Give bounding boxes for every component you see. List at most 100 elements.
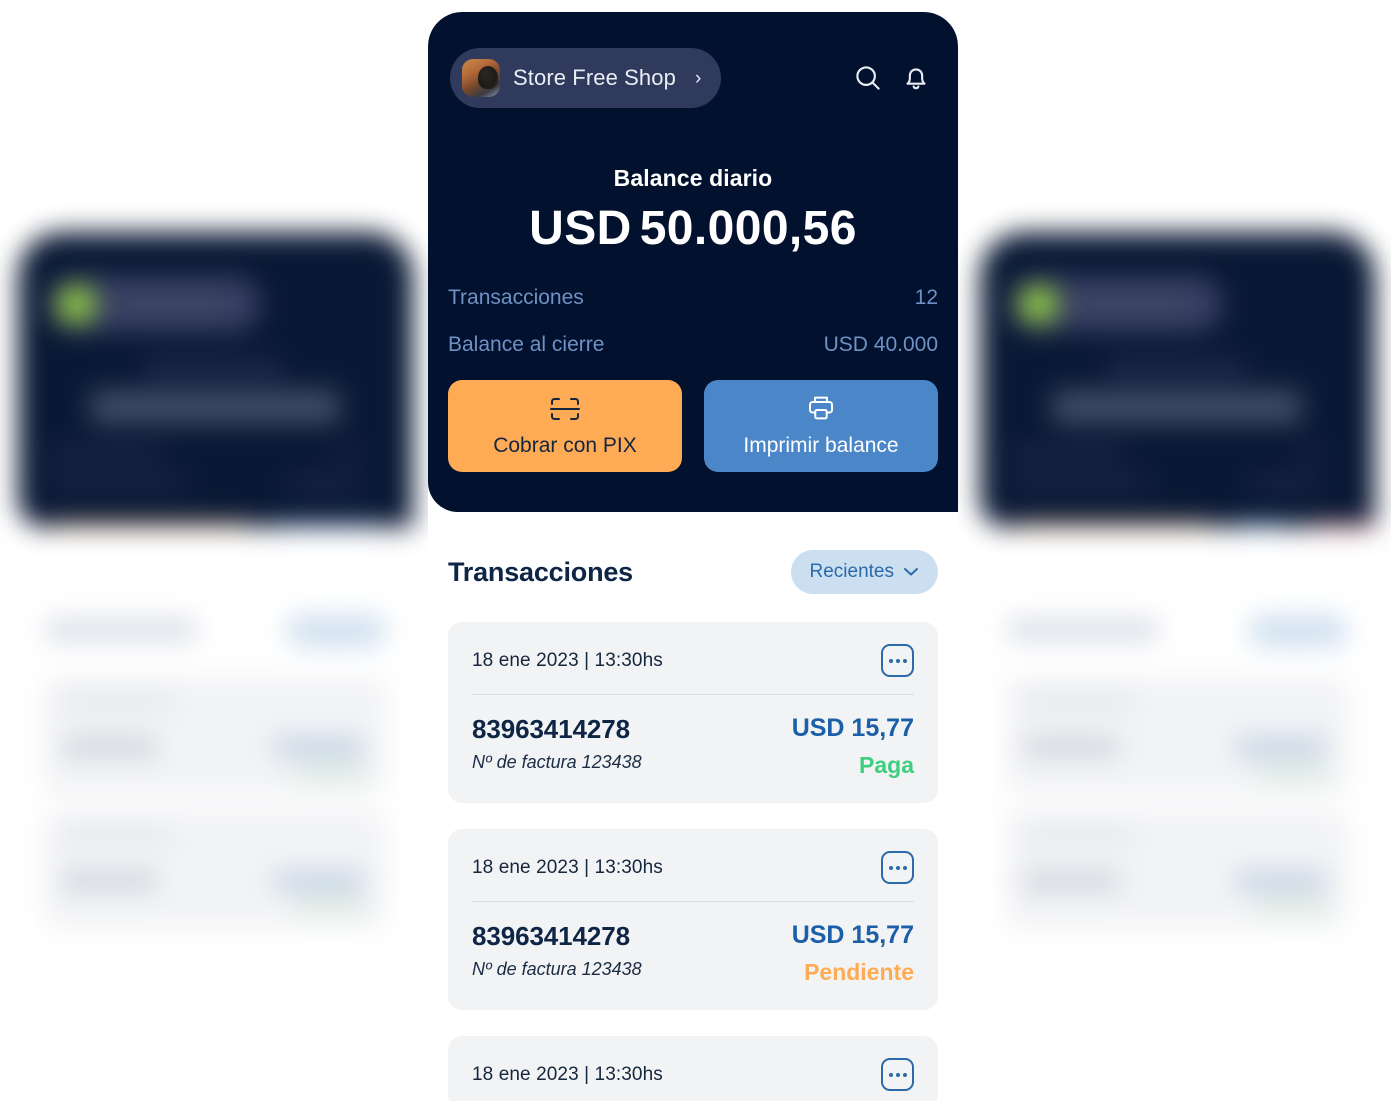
dot xyxy=(888,1072,893,1077)
transaction-invoice: Nº de factura 123438 xyxy=(472,959,642,979)
bg-right-tx-id xyxy=(1024,739,1119,755)
transaction-date: 18 ene 2023 | 13:30hs xyxy=(472,649,663,671)
stat-value: USD 40.000 xyxy=(823,333,938,356)
search-icon[interactable] xyxy=(848,58,888,98)
transaction-card-header: 18 ene 2023 | 13:30hs xyxy=(472,644,914,695)
bg-left-store-name xyxy=(110,294,228,314)
more-options-icon[interactable] xyxy=(881,1058,914,1091)
bg-left-tx-card xyxy=(44,677,386,795)
store-name-label: Store Free Shop xyxy=(513,65,676,90)
bg-left-tx-amount xyxy=(274,739,364,755)
transaction-amount: USD 15,77 xyxy=(791,714,914,742)
bg-left-tx-date xyxy=(62,695,172,707)
scan-qr-icon xyxy=(548,395,582,426)
chevron-down-icon xyxy=(903,561,919,583)
store-selector-button[interactable]: Store Free Shop › xyxy=(450,48,722,108)
bg-right-body xyxy=(980,527,1375,932)
bg-right-header xyxy=(980,232,1375,610)
balance-header-panel: Store Free Shop › Balance diario USD 50.… xyxy=(428,12,958,512)
table-row[interactable]: 18 ene 2023 | 13:30hs xyxy=(448,1036,938,1101)
bg-right-stat-label-1 xyxy=(1006,446,1126,459)
transaction-card-body: 83963414278 Nº de factura 123438 USD 15,… xyxy=(472,902,914,986)
stat-label: Transacciones xyxy=(448,286,584,309)
bg-right-tx-amount xyxy=(1236,739,1326,755)
stat-transacciones: Transacciones 12 xyxy=(448,286,938,310)
bg-left-tx-id xyxy=(62,873,157,889)
bg-right-avatar xyxy=(1020,286,1057,323)
balance-currency: USD xyxy=(529,202,632,255)
table-row[interactable]: 18 ene 2023 | 13:30hs 83963414278 Nº de … xyxy=(448,829,938,1010)
bg-right-tx-id xyxy=(1024,873,1119,889)
balance-label: Balance diario xyxy=(613,165,773,191)
bg-left-stat-value-1 xyxy=(336,446,362,459)
bg-right-tx-amount xyxy=(1236,873,1326,889)
table-row[interactable]: 18 ene 2023 | 13:30hs 83963414278 Nº de … xyxy=(448,622,938,803)
bg-right-balance-label xyxy=(1105,360,1245,377)
background-phone-right xyxy=(980,232,1375,932)
printer-icon xyxy=(806,394,836,426)
bg-right-stat-label-2 xyxy=(1006,476,1151,489)
transaction-card-body: 83963414278 Nº de factura 123438 USD 15,… xyxy=(472,695,914,779)
balance-value: 50.000,56 xyxy=(639,202,857,255)
bg-left-tx-date xyxy=(62,829,172,841)
balance-amount: USD 50.000,56 xyxy=(428,201,958,256)
transactions-header: Transacciones Recientes xyxy=(448,512,938,594)
bg-left-stat-label-1 xyxy=(44,446,164,459)
transactions-list: 18 ene 2023 | 13:30hs 83963414278 Nº de … xyxy=(448,622,938,1101)
stat-value: 12 xyxy=(914,286,938,309)
sort-label: Recientes xyxy=(809,561,895,582)
notification-bell-icon[interactable] xyxy=(896,58,936,98)
bg-left-tx-status xyxy=(294,899,364,911)
bg-left-section-title xyxy=(46,619,196,641)
action-buttons: Cobrar con PIX Imprimir balance xyxy=(448,380,938,472)
transaction-right: USD 15,77 Paga xyxy=(792,714,914,779)
dot xyxy=(888,658,893,663)
bg-right-stat-value-1 xyxy=(1298,446,1324,459)
bg-right-tx-status xyxy=(1256,899,1326,911)
dot xyxy=(902,658,907,663)
bg-left-tx-id xyxy=(62,739,157,755)
bg-right-tx-date xyxy=(1024,695,1134,707)
dot xyxy=(902,1072,907,1077)
bg-left-sort-chip xyxy=(286,615,386,647)
app-screenshot: Store Free Shop › Balance diario USD 50.… xyxy=(0,0,1391,1101)
dot xyxy=(895,865,900,870)
stat-balance-al-cierre: Balance al cierre USD 40.000 xyxy=(448,333,938,357)
sort-dropdown[interactable]: Recientes xyxy=(790,550,938,594)
bg-left-body xyxy=(18,527,413,932)
bg-right-tx-card xyxy=(1006,677,1348,795)
more-options-icon[interactable] xyxy=(881,644,914,677)
transaction-left: 83963414278 Nº de factura 123438 xyxy=(472,921,642,980)
bg-right-stat-value-2 xyxy=(1248,476,1324,489)
bg-right-tx-card xyxy=(1006,811,1348,929)
bg-left-tx-amount xyxy=(274,873,364,889)
bg-right-tx-status xyxy=(1256,765,1326,777)
dot xyxy=(888,865,893,870)
dot xyxy=(895,1072,900,1077)
bg-left-balance-amount xyxy=(90,390,340,424)
bg-left-tx-card xyxy=(44,811,386,929)
top-bar: Store Free Shop › xyxy=(428,48,958,108)
cobrar-con-pix-label: Cobrar con PIX xyxy=(493,433,637,457)
chevron-right-icon: › xyxy=(694,67,702,89)
transaction-date: 18 ene 2023 | 13:30hs xyxy=(472,856,663,878)
bg-right-section-title xyxy=(1008,619,1158,641)
imprimir-balance-label: Imprimir balance xyxy=(743,434,899,457)
transaction-id: 83963414278 xyxy=(472,921,630,951)
stat-label: Balance al cierre xyxy=(448,333,605,356)
bg-right-balance-amount xyxy=(1052,390,1302,424)
transaction-date: 18 ene 2023 | 13:30hs xyxy=(472,1063,663,1085)
main-phone-screen: Store Free Shop › Balance diario USD 50.… xyxy=(428,12,958,1101)
transaction-left: 83963414278 Nº de factura 123438 xyxy=(472,714,642,773)
bg-left-header xyxy=(18,232,413,610)
bg-right-store-name xyxy=(1072,294,1190,314)
bg-left-stat-label-2 xyxy=(44,476,189,489)
background-phone-left xyxy=(18,232,413,932)
bg-left-avatar xyxy=(58,286,95,323)
transaction-right: USD 15,77 Pendiente xyxy=(792,921,914,986)
bg-left-tx-status xyxy=(294,765,364,777)
more-options-icon[interactable] xyxy=(881,851,914,884)
imprimir-balance-button[interactable]: Imprimir balance xyxy=(704,380,938,472)
cobrar-con-pix-button[interactable]: Cobrar con PIX xyxy=(448,380,682,472)
store-avatar-photo xyxy=(462,59,500,97)
